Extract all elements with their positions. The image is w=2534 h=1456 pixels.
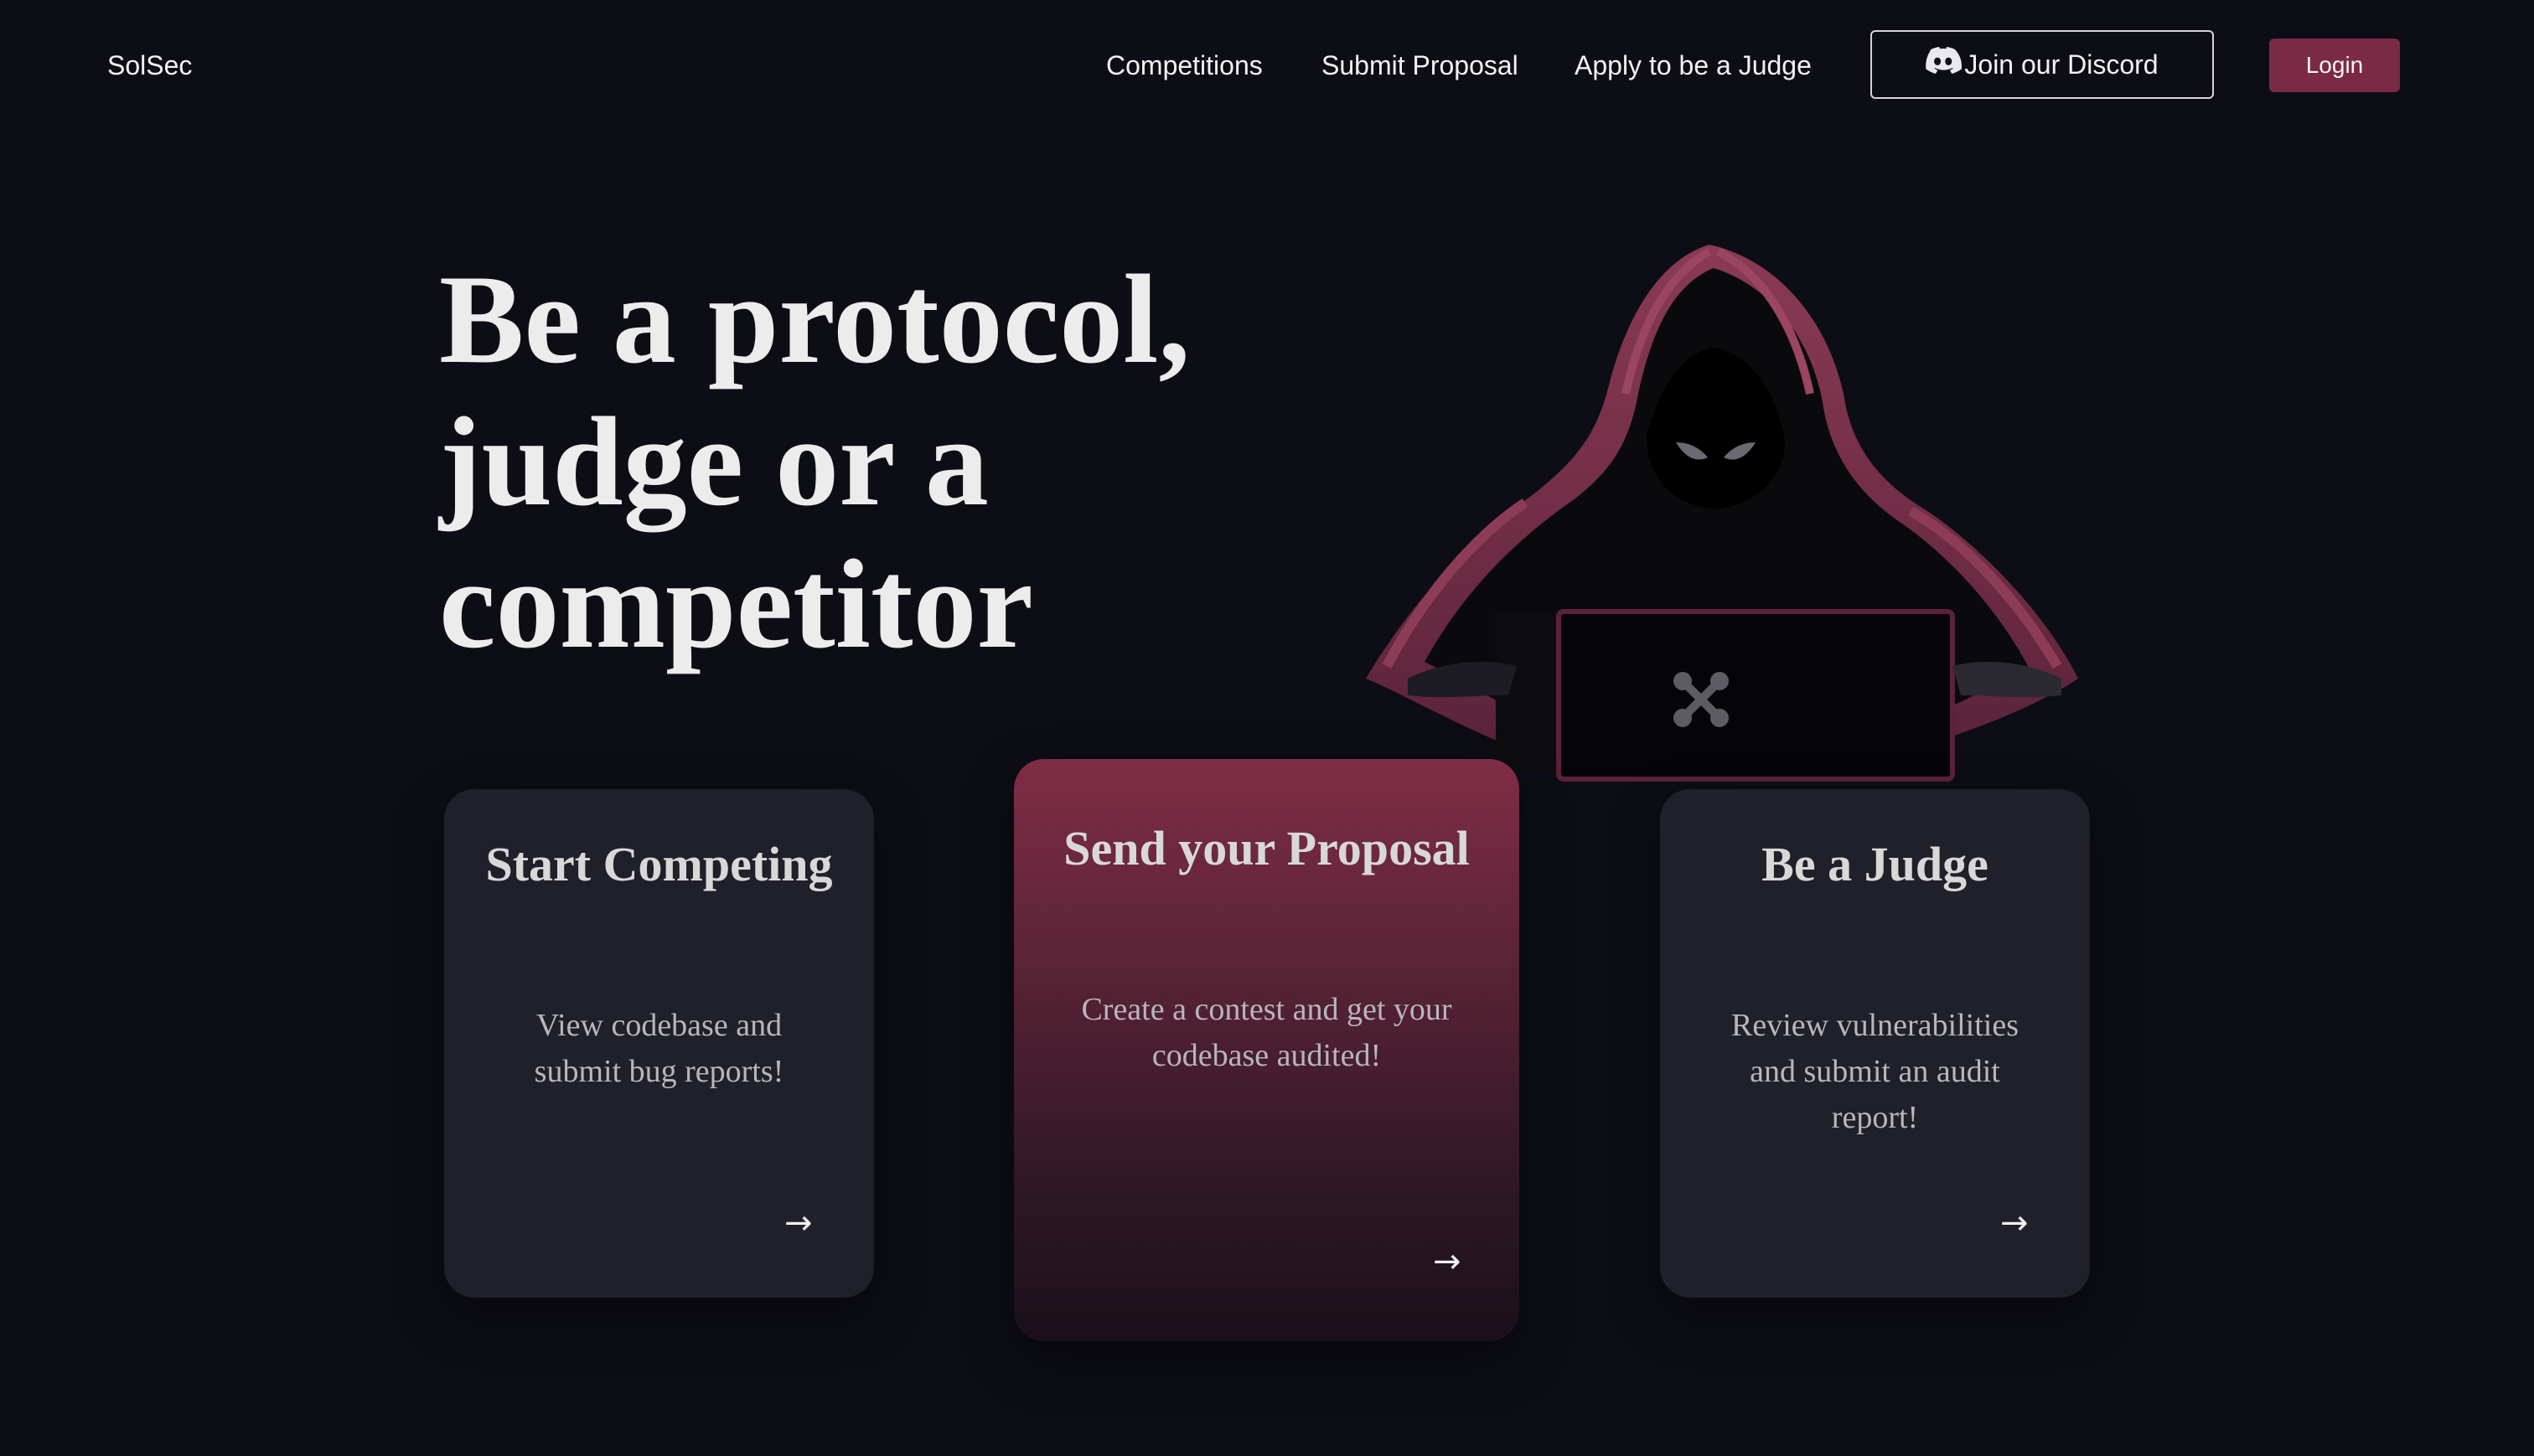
arrow-right-icon[interactable]: → (1433, 1245, 1461, 1278)
card-title: Send your Proposal (1063, 821, 1470, 875)
nav-link-competitions[interactable]: Competitions (1106, 47, 1263, 84)
hero-title: Be a protocol, judge or a competitor (439, 248, 1277, 675)
discord-icon (1926, 47, 1964, 82)
nav-link-submit-proposal[interactable]: Submit Proposal (1321, 47, 1518, 84)
arrow-right-icon[interactable]: → (784, 1206, 813, 1240)
card-description: Create a contest and get your codebase a… (1081, 992, 1452, 1073)
join-discord-button[interactable]: Join our Discord (1870, 30, 2214, 99)
card-description: View codebase and submit bug reports! (534, 1008, 784, 1089)
hero-title-line-1: Be a protocol, (439, 249, 1191, 390)
brand-logo-text[interactable]: SolSec (107, 47, 192, 84)
card-title: Be a Judge (1761, 837, 1988, 891)
card-be-a-judge[interactable]: Be a Judge Review vulnerabilities and su… (1660, 789, 2090, 1298)
card-description: Review vulnerabilities and submit an aud… (1731, 1008, 2019, 1135)
login-button[interactable]: Login (2269, 39, 2400, 92)
card-start-competing[interactable]: Start Competing View codebase and submit… (444, 789, 874, 1298)
arrow-right-icon[interactable]: → (2000, 1206, 2029, 1240)
nav-link-apply-judge[interactable]: Apply to be a Judge (1575, 47, 1812, 84)
card-title: Start Competing (485, 837, 833, 891)
top-navbar: SolSec Competitions Submit Proposal Appl… (0, 0, 2534, 131)
join-discord-label: Join our Discord (1964, 49, 2159, 80)
card-send-proposal[interactable]: Send your Proposal Create a contest and … (1014, 759, 1519, 1341)
hero-title-line-3: competitor (439, 534, 1034, 674)
hooded-hacker-illustration (1307, 243, 2112, 829)
hero-title-line-2: judge or a (439, 391, 989, 532)
